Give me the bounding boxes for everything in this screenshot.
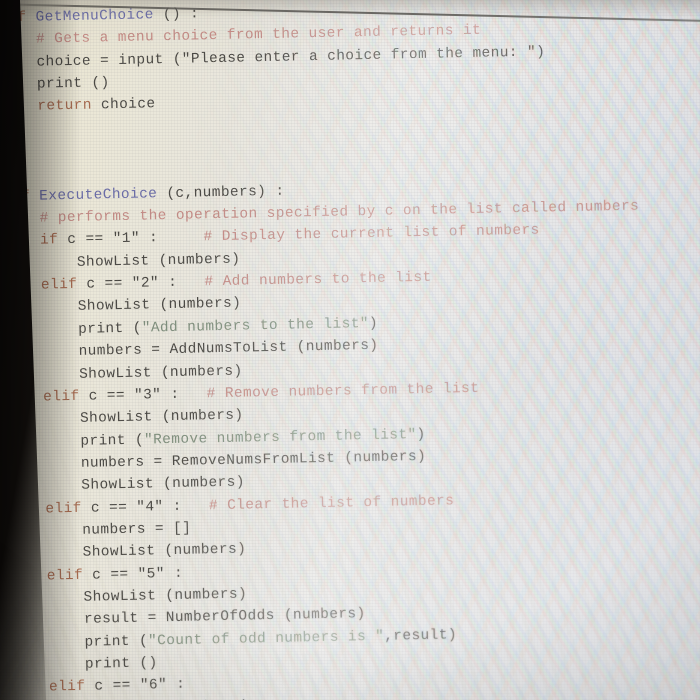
screen-photograph: def GetMenuChoice () : # Gets a menu cho…: [0, 0, 700, 700]
lcd-screen-surface: [0, 0, 700, 700]
